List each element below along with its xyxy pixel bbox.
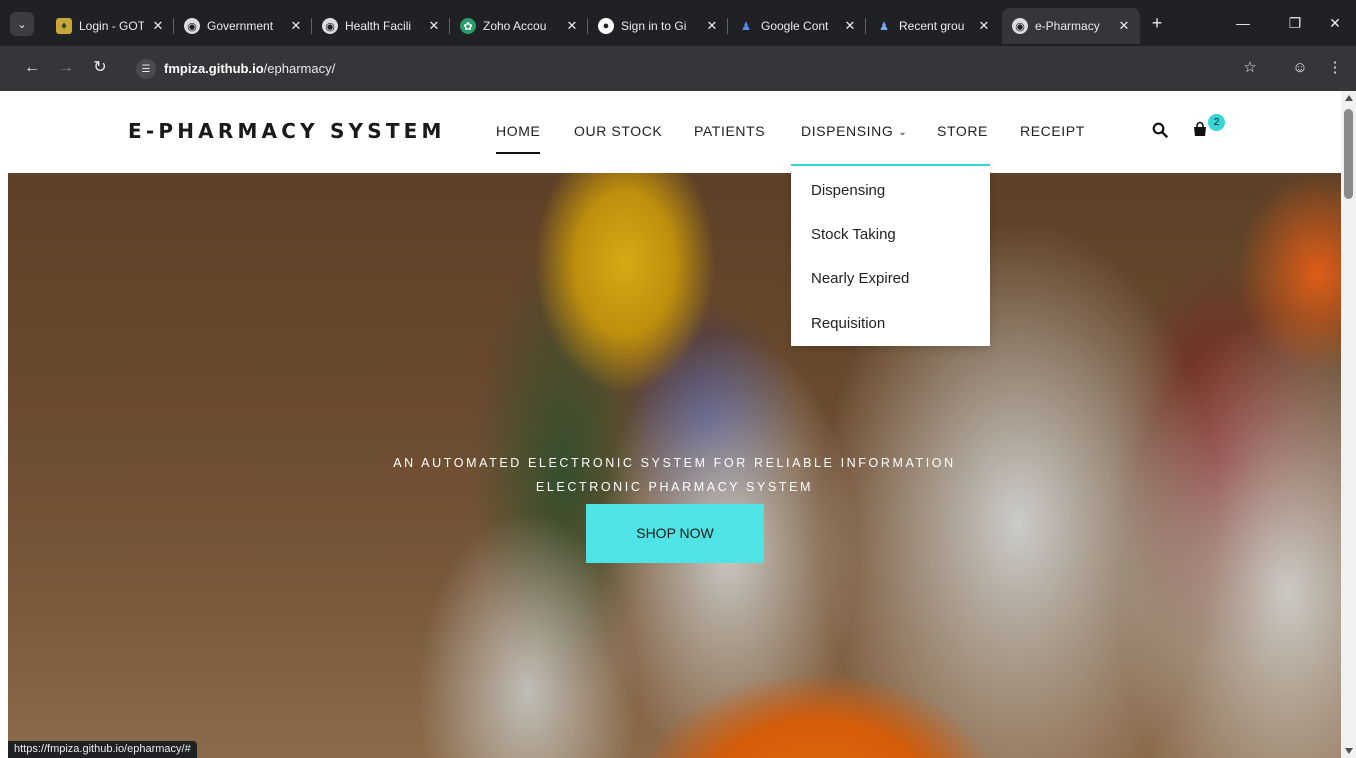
dropdown-item-requisition[interactable]: Requisition bbox=[811, 315, 885, 332]
hero-tagline: AN AUTOMATED ELECTRONIC SYSTEM FOR RELIA… bbox=[393, 456, 956, 470]
page-scrollbar[interactable] bbox=[1341, 91, 1356, 758]
tab-search-icon[interactable]: ⌄ bbox=[10, 12, 34, 36]
hero-banner: AN AUTOMATED ELECTRONIC SYSTEM FOR RELIA… bbox=[8, 173, 1341, 758]
zoho-icon: ✿ bbox=[460, 18, 476, 34]
tab-close-icon[interactable]: ✕ bbox=[704, 18, 720, 34]
dropdown-item-nearly-expired[interactable]: Nearly Expired bbox=[811, 270, 909, 287]
tab-label: Government bbox=[207, 19, 274, 33]
status-bar-url: https://fmpiza.github.io/epharmacy/# bbox=[8, 741, 197, 758]
dropdown-item-dispensing[interactable]: Dispensing bbox=[811, 182, 885, 199]
browser-tab[interactable]: ♦ Login - GOTH ✕ bbox=[46, 8, 174, 44]
site-info-icon[interactable]: ☰ bbox=[136, 59, 156, 79]
browser-tab[interactable]: ✿ Zoho Accou ✕ bbox=[450, 8, 588, 44]
browser-tab-active[interactable]: ◉ e-Pharmacy ✕ bbox=[1002, 8, 1140, 44]
shop-now-button[interactable]: SHOP NOW bbox=[586, 504, 764, 563]
crest-icon: ♦ bbox=[56, 18, 72, 34]
tab-close-icon[interactable]: ✕ bbox=[976, 18, 992, 34]
tab-label: Login - GOTH bbox=[79, 19, 144, 33]
nav-home[interactable]: HOME bbox=[496, 123, 541, 154]
address-bar[interactable]: ☰ fmpiza.github.io/epharmacy/ bbox=[128, 55, 1235, 83]
people-icon: ♟ bbox=[879, 20, 889, 33]
back-arrow-icon[interactable]: ← bbox=[22, 58, 42, 78]
site-header: E-PHARMACY SYSTEM HOME OUR STOCK PATIENT… bbox=[0, 91, 1341, 173]
tab-close-icon[interactable]: ✕ bbox=[564, 18, 580, 34]
nav-our-stock[interactable]: OUR STOCK bbox=[574, 123, 662, 139]
hero-subtitle: ELECTRONIC PHARMACY SYSTEM bbox=[535, 480, 814, 494]
url-text[interactable]: fmpiza.github.io/epharmacy/ bbox=[164, 61, 335, 76]
scroll-thumb[interactable] bbox=[1344, 109, 1353, 199]
nav-receipt[interactable]: RECEIPT bbox=[1020, 123, 1085, 139]
chevron-down-icon: ⌄ bbox=[898, 127, 908, 138]
tab-label: Sign in to Gi bbox=[621, 19, 687, 33]
github-icon: ● bbox=[598, 18, 614, 34]
reload-icon[interactable]: ↻ bbox=[90, 58, 110, 78]
tab-label: e-Pharmacy bbox=[1035, 19, 1100, 33]
profile-icon[interactable]: ☺ bbox=[1290, 58, 1310, 78]
browser-tab[interactable]: ◉ Health Facili ✕ bbox=[312, 8, 450, 44]
menu-kebab-icon[interactable]: ⋮ bbox=[1325, 58, 1345, 78]
forward-arrow-icon[interactable]: → bbox=[56, 58, 76, 78]
shopping-bag-icon[interactable] bbox=[1192, 121, 1208, 137]
tab-close-icon[interactable]: ✕ bbox=[842, 18, 858, 34]
globe-icon: ◉ bbox=[322, 18, 338, 34]
browser-tab[interactable]: ● Sign in to Gi ✕ bbox=[588, 8, 728, 44]
cart-count-badge: 2 bbox=[1208, 114, 1225, 131]
dropdown-item-stock-taking[interactable]: Stock Taking bbox=[811, 226, 896, 243]
globe-icon: ◉ bbox=[1012, 18, 1028, 34]
minimize-icon[interactable]: — bbox=[1228, 12, 1258, 34]
search-icon[interactable] bbox=[1152, 122, 1168, 138]
restore-icon[interactable]: ❐ bbox=[1280, 12, 1310, 34]
window-close-icon[interactable]: ✕ bbox=[1320, 12, 1350, 34]
tab-label: Recent grou bbox=[899, 19, 965, 33]
bookmark-star-icon[interactable]: ☆ bbox=[1240, 58, 1260, 78]
browser-tab[interactable]: ♟ Google Cont ✕ bbox=[728, 8, 866, 44]
browser-tab[interactable]: ◉ Government ✕ bbox=[174, 8, 312, 44]
globe-icon: ◉ bbox=[184, 18, 200, 34]
dispensing-dropdown-menu: Dispensing Stock Taking Nearly Expired R… bbox=[791, 164, 990, 346]
tab-close-icon[interactable]: ✕ bbox=[288, 18, 304, 34]
contacts-icon: ♟ bbox=[741, 20, 751, 33]
tab-label: Google Cont bbox=[761, 19, 829, 33]
scroll-up-arrow-icon[interactable] bbox=[1345, 95, 1353, 101]
browser-tab[interactable]: ♟ Recent grou ✕ bbox=[866, 8, 1000, 44]
nav-store[interactable]: STORE bbox=[937, 123, 988, 139]
tab-label: Zoho Accou bbox=[483, 19, 547, 33]
nav-patients[interactable]: PATIENTS bbox=[694, 123, 765, 139]
site-logo[interactable]: E-PHARMACY SYSTEM bbox=[128, 119, 446, 143]
tab-close-icon[interactable]: ✕ bbox=[426, 18, 442, 34]
browser-tabstrip: ⌄ ♦ Login - GOTH ✕ ◉ Government ✕ ◉ Heal… bbox=[0, 0, 1356, 46]
tab-label: Health Facili bbox=[345, 19, 412, 33]
tab-close-icon[interactable]: ✕ bbox=[1116, 18, 1132, 34]
browser-toolbar: ← → ↻ ☰ fmpiza.github.io/epharmacy/ ☆ ☺ … bbox=[0, 46, 1356, 91]
new-tab-icon[interactable]: + bbox=[1147, 14, 1167, 34]
nav-dispensing-label: DISPENSING bbox=[801, 123, 894, 139]
tab-close-icon[interactable]: ✕ bbox=[150, 18, 166, 34]
scroll-down-arrow-icon[interactable] bbox=[1345, 748, 1353, 754]
page-viewport: E-PHARMACY SYSTEM HOME OUR STOCK PATIENT… bbox=[0, 91, 1341, 758]
nav-dispensing[interactable]: DISPENSING ⌄ bbox=[801, 123, 907, 139]
